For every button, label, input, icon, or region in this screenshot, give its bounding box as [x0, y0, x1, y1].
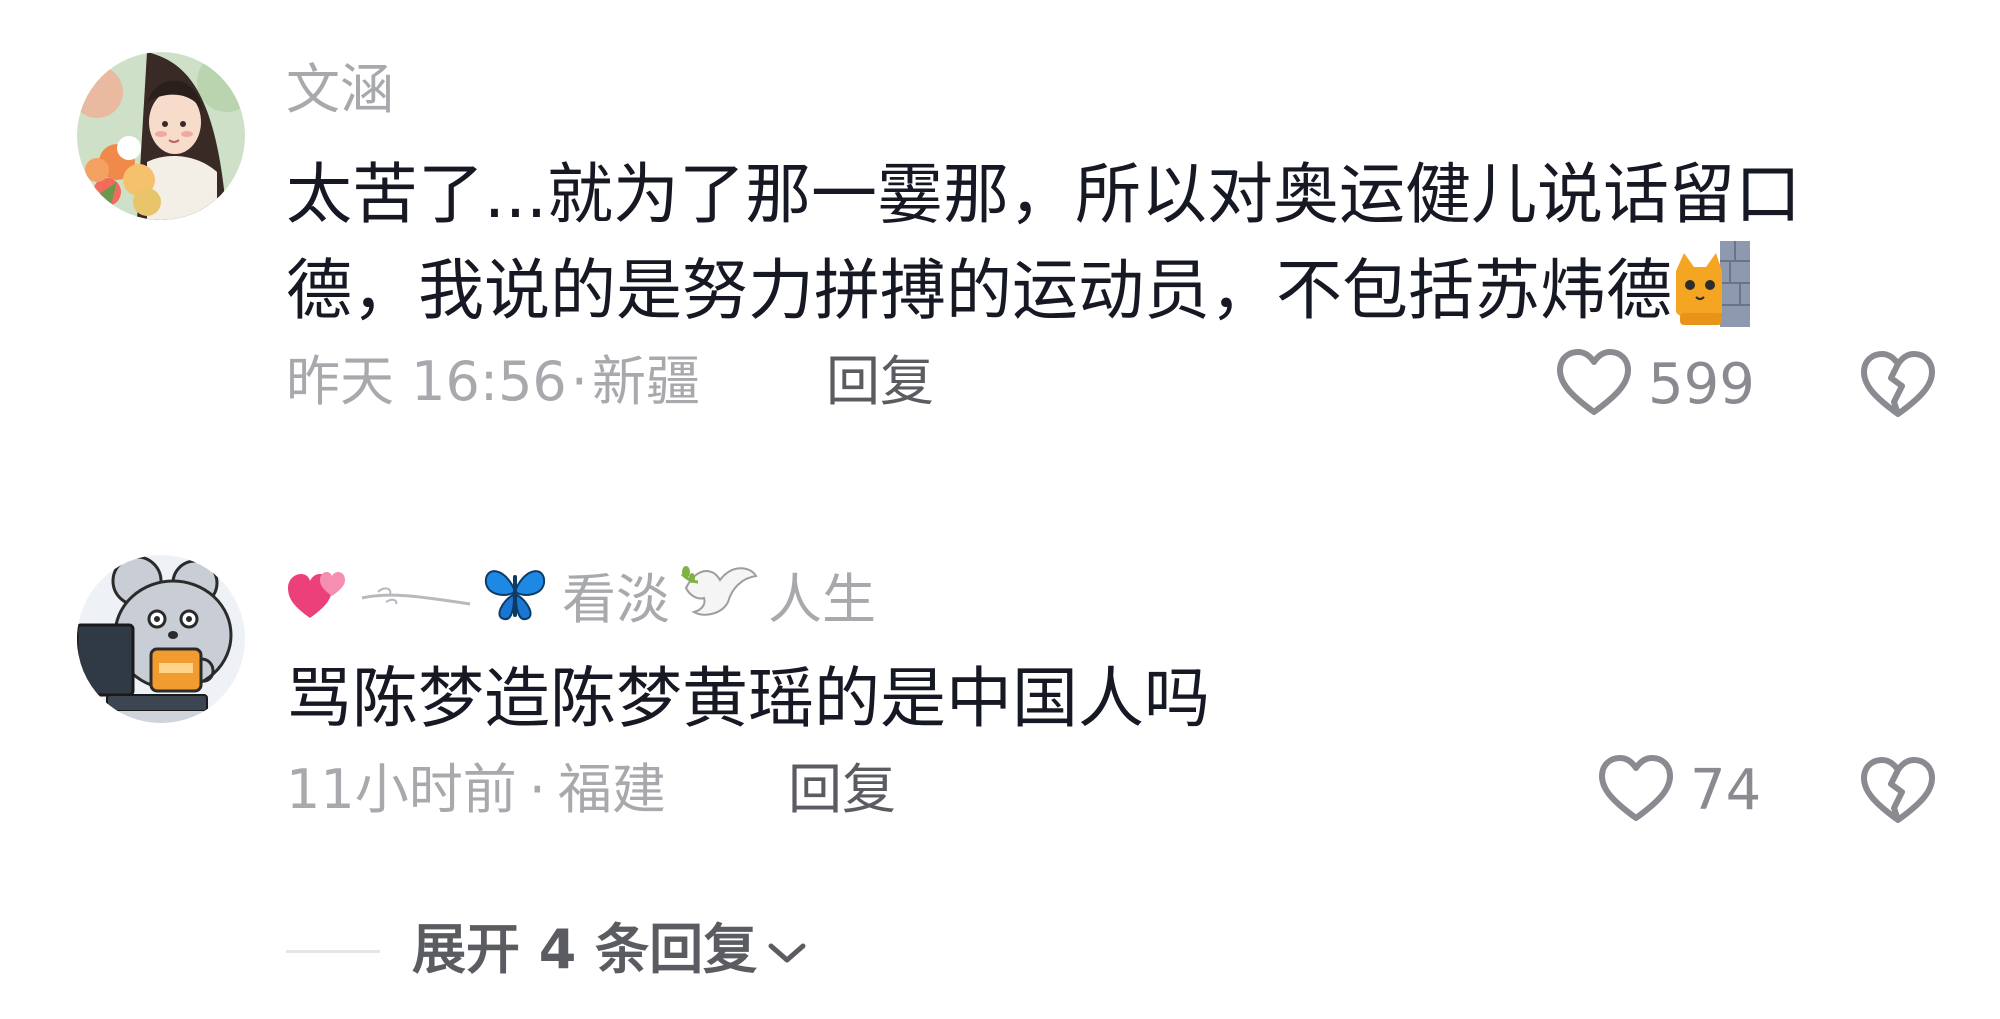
two-hearts-icon: [286, 562, 352, 638]
username-text-1: 看淡: [562, 568, 670, 631]
like-button[interactable]: 599: [1556, 348, 1755, 422]
dislike-button[interactable]: [1860, 350, 1936, 424]
comment-meta: 昨天 16:56·新疆: [286, 350, 700, 414]
username-text-2: 人生: [768, 568, 876, 631]
reply-button[interactable]: 回复: [826, 350, 934, 414]
mouse-computer-avatar-icon: [77, 555, 245, 723]
comment-item: 文涵 太苦了...就为了那一霎那，所以对奥运健儿说话留口德，我说的是努力拼搏的运…: [0, 0, 2000, 440]
username[interactable]: 看淡 人生: [286, 558, 876, 642]
meta-separator: ·: [528, 758, 546, 821]
comment-text: 骂陈梦造陈梦黄瑶的是中国人吗: [286, 660, 1210, 737]
comment-time: 昨天 16:56: [286, 350, 567, 413]
flower-girl-avatar-icon: [77, 52, 245, 220]
comment-location: 福建: [557, 758, 666, 821]
expand-replies-button[interactable]: 展开 4 条回复: [412, 918, 809, 982]
heart-outline-icon: [1598, 754, 1674, 828]
like-count: 74: [1690, 758, 1762, 823]
blue-butterfly-icon: [480, 561, 550, 639]
comment-meta: 11小时前 · 福建: [286, 758, 666, 822]
like-button[interactable]: 74: [1598, 754, 1761, 828]
chevron-down-icon: [765, 918, 809, 982]
dislike-button[interactable]: [1860, 756, 1936, 830]
dove-olive-branch-icon: [676, 558, 762, 642]
expand-divider: [286, 950, 380, 953]
expand-replies-label: 展开 4 条回复: [412, 918, 758, 981]
like-count: 599: [1648, 352, 1755, 417]
broken-heart-icon: [1860, 351, 1936, 424]
cat-peeking-emoji-icon: [1672, 241, 1750, 327]
meta-separator: ·: [570, 350, 588, 413]
comment-item: 看淡 人生 骂陈梦造陈梦黄瑶的是中国人吗 11小时前 · 福建 回复 74 展开…: [0, 440, 2000, 1019]
wind-swirl-icon: [358, 568, 474, 632]
heart-outline-icon: [1556, 348, 1632, 422]
comment-location: 新疆: [591, 350, 700, 413]
user-avatar[interactable]: [77, 52, 245, 220]
broken-heart-icon: [1860, 757, 1936, 830]
comment-text: 太苦了...就为了那一霎那，所以对奥运健儿说话留口德，我说的是努力拼搏的运动员，…: [286, 148, 1926, 337]
comment-time: 11小时前: [286, 758, 517, 821]
user-avatar[interactable]: [77, 555, 245, 723]
reply-button[interactable]: 回复: [788, 758, 896, 822]
comment-text-body: 太苦了...就为了那一霎那，所以对奥运健儿说话留口德，我说的是努力拼搏的运动员，…: [286, 156, 1801, 329]
username[interactable]: 文涵: [286, 58, 394, 122]
